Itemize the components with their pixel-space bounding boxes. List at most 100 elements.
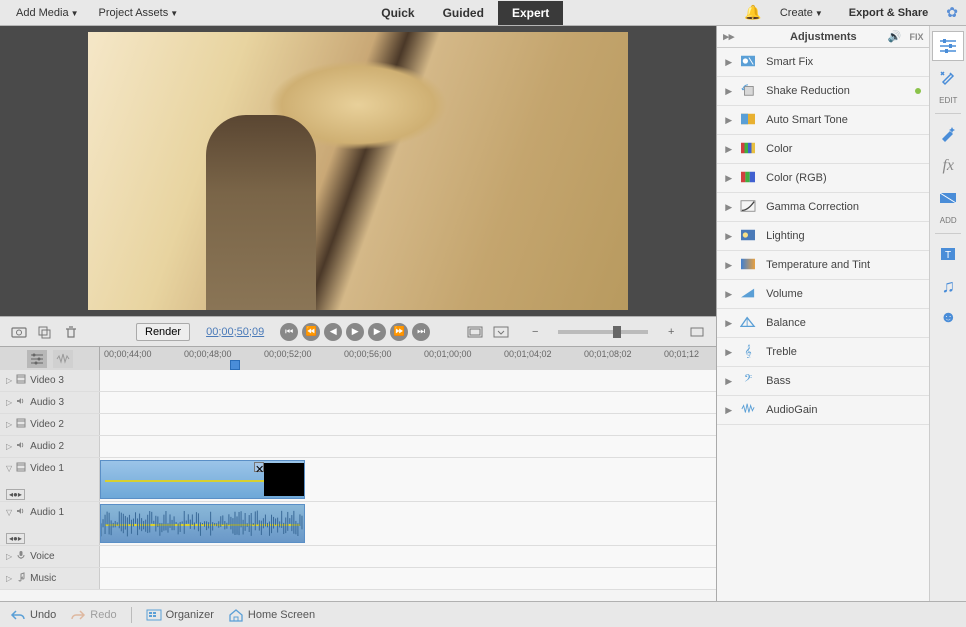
track-lane[interactable] [100,392,716,413]
track-expand-icon[interactable]: ▽ [6,464,12,473]
zoom-in-icon[interactable]: + [662,323,680,341]
track-row: ▷Voice [0,546,716,568]
timeline-tracks: ▷Video 3▷Audio 3▷Video 2▷Audio 2▽Video 1… [0,370,716,601]
undo-button[interactable]: Undo [10,609,56,621]
ruler-tick: 00;00;56;00 [344,349,392,359]
track-sub-btn[interactable]: ◂●▸ [6,489,25,500]
graphics-tool[interactable]: ☻ [932,303,964,333]
trash-icon[interactable] [62,323,80,341]
fit-icon[interactable] [688,323,706,341]
goto-start-button[interactable]: ⏮ [280,323,298,341]
track-header[interactable]: ▷Video 3 [0,370,100,391]
zoom-slider[interactable] [558,330,648,334]
track-lane[interactable] [100,370,716,391]
render-button[interactable]: Render [136,323,190,341]
redo-button[interactable]: Redo [70,609,116,621]
track-row: ▷Video 2 [0,414,716,436]
adjustment-item[interactable]: ▶ Gamma Correction [717,193,929,222]
track-header[interactable]: ▽Video 1◂●▸ [0,458,100,501]
timeline-clip[interactable] [100,504,305,543]
track-header[interactable]: ▽Audio 1◂●▸ [0,502,100,545]
applied-effects-tool[interactable] [932,119,964,149]
project-assets-menu[interactable]: Project Assets▼ [91,3,187,23]
track-header[interactable]: ▷Voice [0,546,100,567]
track-expand-icon[interactable]: ▷ [6,552,12,561]
adjustment-item[interactable]: ▶Balance [717,309,929,338]
playhead[interactable] [230,360,240,370]
chevron-right-icon: ▶ [725,202,732,213]
track-lane[interactable] [100,436,716,457]
track-header[interactable]: ▷Music [0,568,100,589]
track-lane[interactable] [100,414,716,435]
preview-frame[interactable] [88,32,628,310]
music-tool[interactable]: ♫ [932,271,964,301]
create-menu[interactable]: Create▼ [772,3,831,23]
play-button[interactable]: ▶ [346,323,364,341]
adjustment-item[interactable]: ▶Color (RGB) [717,164,929,193]
adjustment-item[interactable]: ▶Volume [717,280,929,309]
track-expand-icon[interactable]: ▷ [6,420,12,429]
adjustment-item[interactable]: ▶Smart Fix [717,48,929,77]
track-lane[interactable]: ✕ [100,458,716,501]
track-lane[interactable] [100,568,716,589]
adjustment-label: Gamma Correction [766,201,859,213]
rewind-button[interactable]: ⏪ [302,323,320,341]
timecode-display[interactable]: 00;00;50;09 [198,326,272,338]
settings-icon[interactable]: ✿ [946,4,958,21]
camera-icon[interactable] [10,323,28,341]
effects-tool[interactable]: fx [932,151,964,181]
track-expand-icon[interactable]: ▷ [6,442,12,451]
adjustment-item[interactable]: ▶Shake Reduction [717,77,929,106]
adjustment-icon [740,315,758,331]
track-expand-icon[interactable]: ▷ [6,398,12,407]
add-media-menu[interactable]: Add Media▼ [8,3,87,23]
fullscreen-icon[interactable] [492,323,510,341]
tool-rail: EDIT fx ADD T ♫ ☻ [929,26,966,601]
adjustment-item[interactable]: ▶𝄞Treble [717,338,929,367]
track-expand-icon[interactable]: ▷ [6,376,12,385]
timeline-sliders-icon[interactable] [27,350,47,368]
track-lane[interactable] [100,546,716,567]
organizer-button[interactable]: Organizer [146,609,214,621]
fast-fwd-button[interactable]: ⏩ [390,323,408,341]
adjustment-label: Lighting [766,230,805,242]
track-header[interactable]: ▷Audio 3 [0,392,100,413]
titles-tool[interactable]: T [932,239,964,269]
time-ruler[interactable]: 00;00;44;0000;00;48;0000;00;52;0000;00;5… [100,347,716,370]
mode-tab-expert[interactable]: Expert [498,1,563,25]
track-expand-icon[interactable]: ▷ [6,574,12,583]
tools-tool[interactable] [932,63,964,93]
track-header[interactable]: ▷Video 2 [0,414,100,435]
speaker-indicator-icon[interactable]: 🔊 [888,30,902,43]
track-type-icon [16,462,26,475]
track-lane[interactable] [100,502,716,545]
track-sub-btn[interactable]: ◂●▸ [6,533,25,544]
copy-icon[interactable] [36,323,54,341]
notifications-icon[interactable]: 🔔 [744,4,761,21]
track-header[interactable]: ▷Audio 2 [0,436,100,457]
chevron-right-icon: ▶ [725,173,732,184]
safe-margin-icon[interactable] [466,323,484,341]
adjust-tool[interactable] [932,31,964,61]
adjustment-item[interactable]: ▶Temperature and Tint [717,251,929,280]
transitions-tool[interactable] [932,183,964,213]
adjustment-item[interactable]: ▶Lighting [717,222,929,251]
zoom-out-icon[interactable]: − [526,323,544,341]
step-back-button[interactable]: ◀ [324,323,342,341]
step-fwd-button[interactable]: ▶ [368,323,386,341]
adjustment-item[interactable]: ▶Auto Smart Tone [717,106,929,135]
goto-end-button[interactable]: ⏭ [412,323,430,341]
clip-marker-icon[interactable]: ✕ [254,462,264,472]
adjustment-item[interactable]: ▶𝄢Bass [717,367,929,396]
collapse-panel-icon[interactable]: ▸▸ [723,30,734,43]
export-share-button[interactable]: Export & Share [841,3,936,23]
timeline-clip[interactable]: ✕ [100,460,305,499]
track-expand-icon[interactable]: ▽ [6,508,12,517]
home-screen-button[interactable]: Home Screen [228,608,315,622]
track-row: ▷Music [0,568,716,590]
adjustment-item[interactable]: ▶AudioGain [717,396,929,425]
mode-tab-guided[interactable]: Guided [429,1,498,25]
mode-tab-quick[interactable]: Quick [367,1,428,25]
timeline-wave-icon[interactable] [53,350,73,368]
adjustment-item[interactable]: ▶Color [717,135,929,164]
